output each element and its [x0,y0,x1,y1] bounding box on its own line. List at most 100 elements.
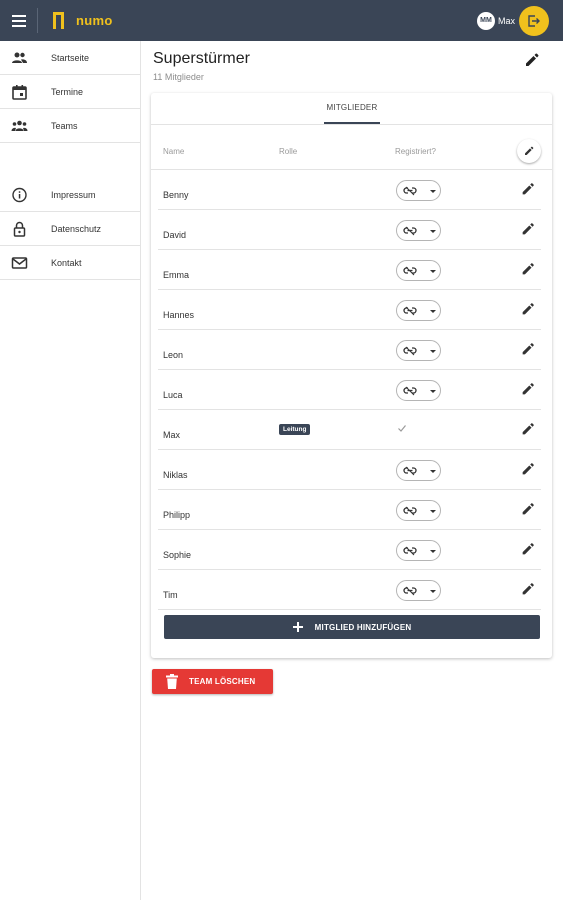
tab-label: MITGLIEDER [326,103,378,112]
user-chip[interactable]: MM Max [477,11,515,30]
sidebar-item-startseite[interactable]: Startseite [0,41,140,75]
table-row: Hannes [158,290,541,330]
chevron-down-icon [430,190,436,193]
sidebar-item-impressum[interactable]: Impressum [0,178,140,212]
user-name: Max [498,15,516,26]
edit-member-icon[interactable] [520,421,536,437]
info-icon [12,187,27,203]
registration-select[interactable] [396,380,441,401]
member-name: Max [163,430,181,440]
chevron-down-icon [430,510,436,513]
sidebar-item-label: Startseite [51,53,90,63]
lock-icon [13,221,26,237]
member-name: Luca [163,390,183,400]
chevron-down-icon [430,470,436,473]
column-header-name: Name [163,147,185,156]
edit-member-icon[interactable] [520,341,536,357]
registration-select[interactable] [396,540,441,561]
edit-member-icon[interactable] [520,501,536,517]
menu-icon[interactable] [11,12,29,29]
mail-icon [11,257,28,269]
tab-mitglieder[interactable]: MITGLIEDER [324,103,380,124]
table-row: Tim [158,570,541,610]
edit-member-icon[interactable] [520,221,536,237]
members-card: MITGLIEDER Name Rolle Registriert? Benny… [151,93,552,658]
sidebar-item-datenschutz[interactable]: Datenschutz [0,212,140,246]
logout-button[interactable] [519,6,549,36]
sidebar-item-kontakt[interactable]: Kontakt [0,246,140,280]
member-name: Leon [163,350,184,360]
member-name: Niklas [163,470,188,480]
table-row: Emma [158,250,541,290]
edit-member-icon[interactable] [520,541,536,557]
calendar-icon [12,85,27,100]
logo-icon [52,12,66,29]
link-off-icon [403,586,417,596]
link-off-icon [403,226,417,236]
member-name: Philipp [163,510,191,520]
edit-team-icon[interactable] [523,51,541,69]
logout-icon [528,15,540,27]
table-row: Max Leitung [158,410,541,450]
member-name: Sophie [163,550,192,560]
edit-member-icon[interactable] [520,261,536,277]
avatar: MM [477,11,495,30]
trash-icon [166,674,178,689]
edit-member-icon[interactable] [520,581,536,597]
logo-text: numo [76,13,113,28]
registration-select[interactable] [396,580,441,601]
link-off-icon [403,546,417,556]
table-row: Luca [158,370,541,410]
chevron-down-icon [430,230,436,233]
registration-select[interactable] [396,220,441,241]
registration-select[interactable] [396,340,441,361]
edit-member-icon[interactable] [520,301,536,317]
member-name: Emma [163,270,190,280]
role-badge: Leitung [279,424,311,435]
sidebar-item-label: Teams [51,121,78,131]
member-name: Hannes [163,310,195,320]
edit-members-button[interactable] [517,139,541,163]
edit-member-icon[interactable] [520,461,536,477]
app-bar: numo MM Max [0,0,563,41]
sidebar-item-teams[interactable]: Teams [0,109,140,143]
column-header-registered: Registriert? [395,147,436,156]
table-row: Niklas [158,450,541,490]
table-row: Philipp [158,490,541,530]
table-row: David [158,210,541,250]
link-off-icon [403,506,417,516]
delete-team-label: TEAM LÖSCHEN [189,677,256,686]
sidebar-item-label: Datenschutz [51,224,102,234]
divider [151,124,552,125]
link-off-icon [403,306,417,316]
registration-select[interactable] [396,500,441,521]
edit-member-icon[interactable] [520,381,536,397]
registration-select[interactable] [396,460,441,481]
chevron-down-icon [430,270,436,273]
chevron-down-icon [430,310,436,313]
edit-member-icon[interactable] [520,181,536,197]
sidebar: Startseite Termine Teams Impressum Daten… [0,41,141,900]
link-off-icon [403,186,417,196]
chevron-down-icon [430,350,436,353]
member-name: David [163,230,187,240]
registration-select[interactable] [396,300,441,321]
add-member-button[interactable]: MITGLIED HINZUFÜGEN [164,615,540,639]
member-name: Tim [163,590,178,600]
table-row: Benny [158,170,541,210]
member-name: Benny [163,190,189,200]
delete-team-button[interactable]: TEAM LÖSCHEN [152,669,273,694]
pencil-icon [525,146,534,155]
registration-select[interactable] [396,180,441,201]
plus-icon [292,622,303,632]
sidebar-item-label: Impressum [51,190,96,200]
sidebar-item-termine[interactable]: Termine [0,75,140,109]
sidebar-item-label: Termine [51,87,84,97]
sidebar-item-label: Kontakt [51,258,82,268]
chevron-down-icon [430,590,436,593]
chevron-down-icon [430,550,436,553]
link-off-icon [403,386,417,396]
groups-icon [11,120,28,131]
chevron-down-icon [430,390,436,393]
registration-select[interactable] [396,260,441,281]
